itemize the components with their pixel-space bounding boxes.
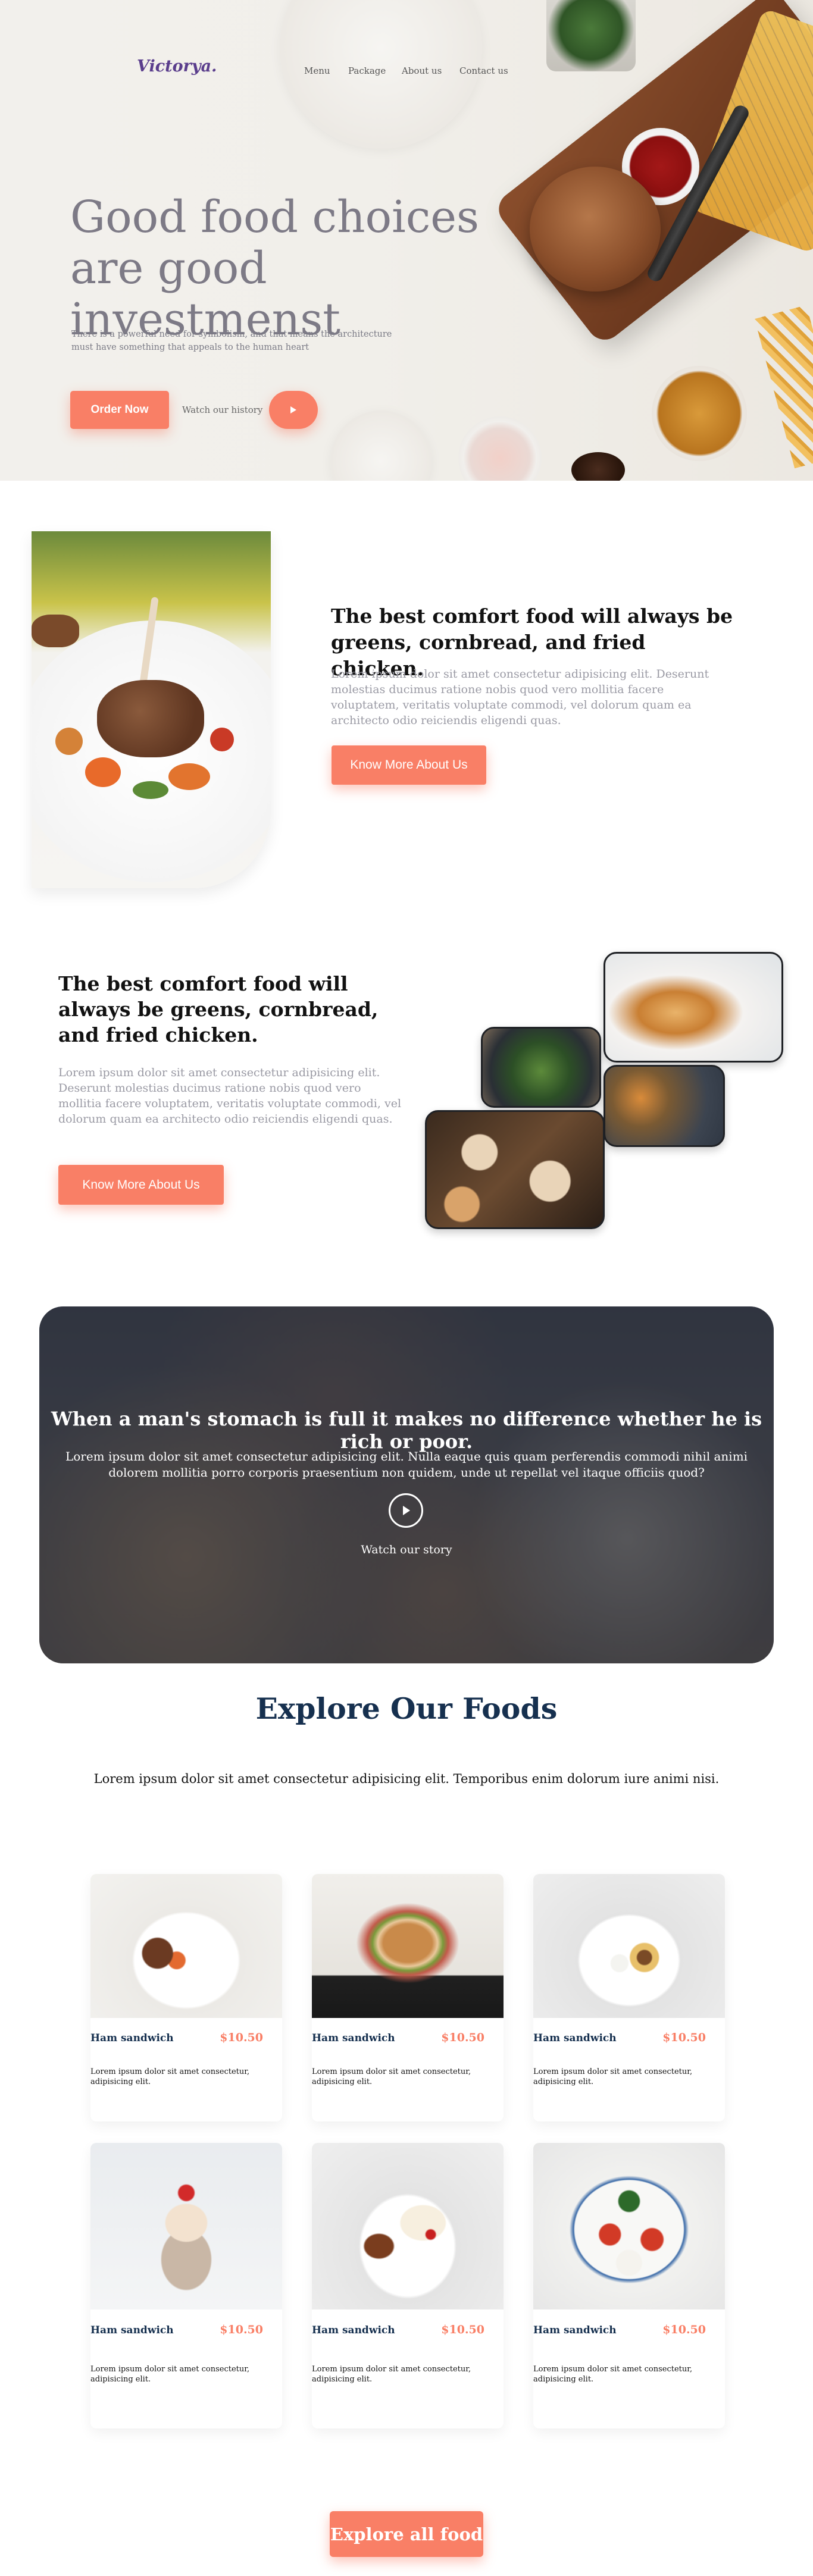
order-now-button[interactable]: Order Now [70,391,169,429]
dinner-table-image [425,1110,605,1229]
food-card[interactable]: Ham sandwich $10.50 Lorem ipsum dolor si… [312,2143,504,2428]
sauce-bowl-image [458,416,542,481]
cake-slice-image [312,2143,504,2309]
sandwich-image [312,1874,504,2018]
food-name: Ham sandwich [533,2324,617,2336]
about2-title: The best comfort food will always be gre… [58,972,379,1046]
about2-text: Lorem ipsum dolor sit amet consectetur a… [58,1066,402,1126]
nav-package[interactable]: Package [348,65,386,76]
play-icon [403,1506,410,1515]
food-card[interactable]: Ham sandwich $10.50 Lorem ipsum dolor si… [533,1874,725,2121]
foods-subtitle: Lorem ipsum dolor sit amet consectetur a… [93,1772,720,1786]
watch-story-link[interactable]: Watch our story [39,1543,774,1556]
food-card[interactable]: Ham sandwich $10.50 Lorem ipsum dolor si… [90,2143,282,2428]
food-card[interactable]: Ham sandwich $10.50 Lorem ipsum dolor si… [533,2143,725,2428]
beer-glass-image [652,366,747,461]
food-name: Ham sandwich [312,2032,395,2044]
hero-bowl-image [330,410,431,481]
food-card[interactable]: Ham sandwich $10.50 Lorem ipsum dolor si… [312,1874,504,2121]
food-name: Ham sandwich [533,2032,617,2044]
food-card[interactable]: Ham sandwich $10.50 Lorem ipsum dolor si… [90,1874,282,2121]
food-desc: Lorem ipsum dolor sit amet consectetur, … [312,2365,471,2384]
explore-all-button[interactable]: Explore all food [330,2511,483,2557]
pancake-image [604,952,783,1063]
cupcake-image [90,2143,282,2309]
nav-menu[interactable]: Menu [304,65,330,76]
hero-description: There is a powerful need for symbolism, … [71,330,392,352]
food-desc: Lorem ipsum dolor sit amet consectetur, … [90,2067,250,2086]
lamb-dish-image [32,531,271,888]
food-desc: Lorem ipsum dolor sit amet consectetur, … [90,2365,250,2384]
food-name: Ham sandwich [90,2032,174,2044]
food-price: $10.50 [220,2031,263,2044]
food-desc: Lorem ipsum dolor sit amet consectetur, … [533,2365,693,2384]
food-name: Ham sandwich [312,2324,395,2336]
food-price: $10.50 [441,2323,484,2336]
caprese-image [533,2143,725,2309]
hero-section: Victorya. Menu Package About us Contact … [0,0,813,481]
roll-dessert-image [533,1874,725,2018]
food-price: $10.50 [662,2031,706,2044]
hero-title: Good food choices are good investmenst [70,192,480,345]
about-text: Lorem ipsum dolor sit amet consectetur a… [331,667,709,727]
nav-contact-us[interactable]: Contact us [459,65,508,76]
food-price: $10.50 [662,2323,706,2336]
food-desc: Lorem ipsum dolor sit amet consectetur, … [533,2067,693,2086]
steak-image [90,1874,282,2018]
sauce-cup-image [571,452,625,481]
banner-text: Lorem ipsum dolor sit amet consectetur a… [65,1449,748,1480]
salad-image [481,1027,601,1108]
bowls-image [604,1065,725,1147]
food-price: $10.50 [441,2031,484,2044]
foods-title: Explore Our Foods [255,1691,558,1726]
play-icon [290,406,296,413]
play-button[interactable] [269,391,318,429]
banner-play-button[interactable] [389,1493,423,1528]
logo[interactable]: Victorya. [137,57,217,76]
fries-image [754,305,813,469]
food-desc: Lorem ipsum dolor sit amet consectetur, … [312,2067,471,2086]
plant-image [546,0,636,71]
watch-history-link[interactable]: Watch our history [182,405,262,415]
food-name: Ham sandwich [90,2324,174,2336]
nav-about-us[interactable]: About us [402,65,442,76]
burger-image [530,167,661,292]
banner-title: When a man's stomach is full it makes no… [51,1408,762,1453]
banner-overlay [39,1306,774,1663]
know-more-button[interactable]: Know More About Us [332,745,486,785]
food-price: $10.50 [220,2323,263,2336]
know-more-button-2[interactable]: Know More About Us [58,1165,224,1205]
story-banner: When a man's stomach is full it makes no… [39,1306,774,1663]
